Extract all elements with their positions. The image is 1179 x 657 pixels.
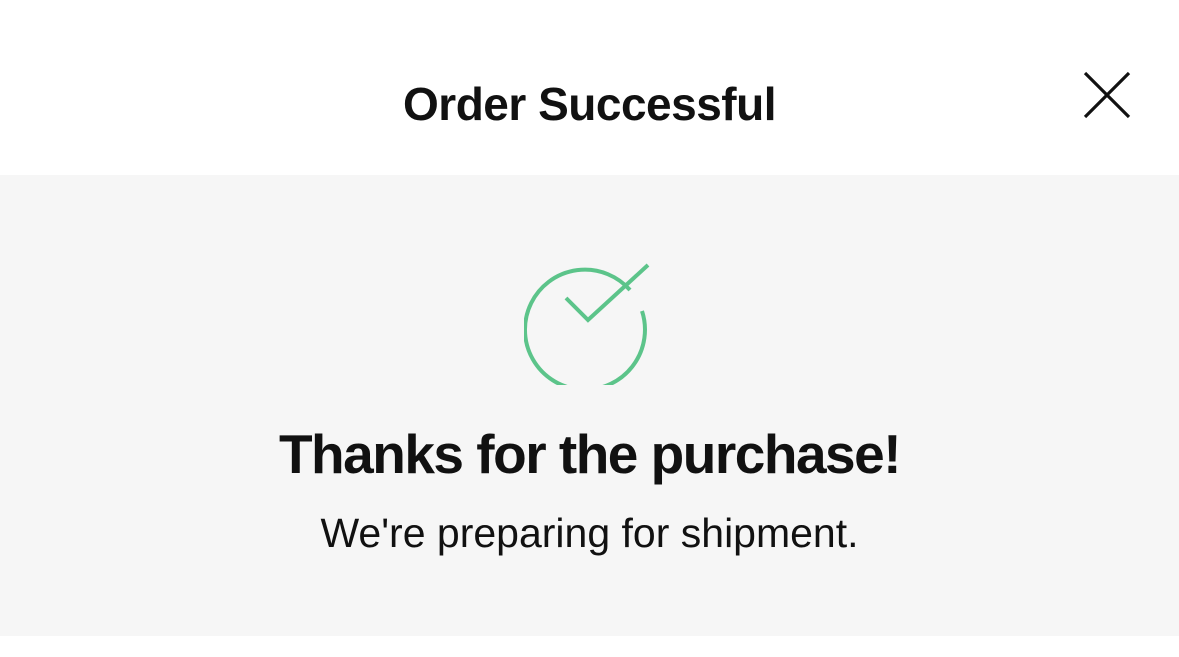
- confirmation-panel: Thanks for the purchase! We're preparing…: [0, 175, 1179, 636]
- close-button[interactable]: [1078, 66, 1136, 124]
- thanks-heading: Thanks for the purchase!: [278, 423, 902, 485]
- close-icon: [1083, 71, 1131, 119]
- modal-header: Order Successful: [0, 0, 1179, 175]
- check-circle-icon: [524, 263, 650, 385]
- shipment-message: We're preparing for shipment.: [320, 510, 859, 556]
- footer-strip: [0, 636, 1179, 657]
- page-title: Order Successful: [403, 78, 776, 130]
